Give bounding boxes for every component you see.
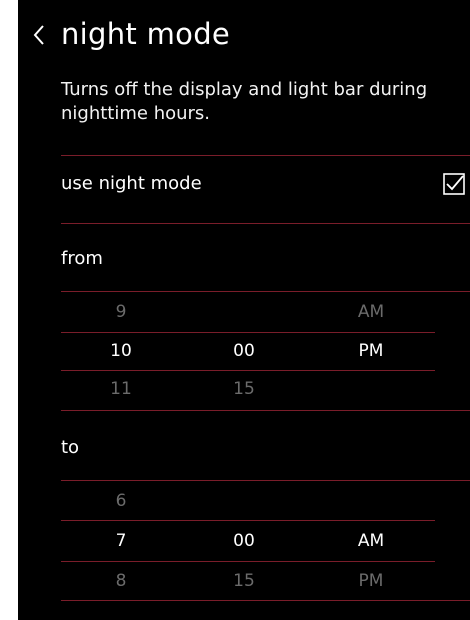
divider [61, 223, 470, 224]
minute-selected[interactable]: 00 [219, 523, 269, 560]
picker-row: 9 AM [61, 294, 435, 331]
picker-row: 11 15 [61, 371, 435, 408]
ampm-option[interactable]: PM [346, 563, 396, 600]
hour-selected[interactable]: 10 [101, 333, 141, 370]
minute-option[interactable] [219, 483, 269, 520]
checkbox-checked-icon [443, 173, 465, 195]
picker-row: 8 15 PM [61, 563, 435, 600]
back-button[interactable] [26, 16, 54, 54]
picker-row-selected: 7 00 AM [61, 523, 435, 560]
use-night-mode-label[interactable]: use night mode [61, 171, 202, 197]
hour-option[interactable]: 11 [101, 371, 141, 408]
ampm-selected[interactable]: AM [346, 523, 396, 560]
picker-line [61, 561, 435, 562]
to-label: to [61, 437, 80, 458]
picker-row: 6 [61, 483, 435, 520]
divider [61, 155, 470, 156]
minute-option[interactable]: 15 [219, 563, 269, 600]
chevron-left-icon [33, 25, 44, 45]
minute-option[interactable]: 15 [219, 371, 269, 408]
divider [61, 291, 470, 292]
hour-option[interactable]: 8 [101, 563, 141, 600]
use-night-mode-checkbox[interactable] [443, 173, 465, 195]
hour-option[interactable]: 6 [101, 483, 141, 520]
divider [61, 600, 470, 601]
header: night mode [18, 14, 470, 58]
ampm-selected[interactable]: PM [346, 333, 396, 370]
night-mode-screen: night mode Turns off the display and lig… [18, 0, 470, 620]
page-title: night mode [61, 17, 231, 51]
divider [61, 410, 470, 411]
from-time-picker[interactable]: 9 AM 10 00 PM 11 15 [61, 294, 435, 408]
picker-row-selected: 10 00 PM [61, 333, 435, 370]
divider [61, 480, 470, 481]
ampm-option[interactable] [346, 371, 396, 408]
from-label: from [61, 248, 103, 269]
hour-selected[interactable]: 7 [101, 523, 141, 560]
page-description: Turns off the display and light bar duri… [61, 79, 428, 124]
minute-selected[interactable]: 00 [219, 333, 269, 370]
ampm-option[interactable]: AM [346, 294, 396, 331]
picker-line [61, 520, 435, 521]
hour-option[interactable]: 9 [101, 294, 141, 331]
ampm-option[interactable] [346, 483, 396, 520]
to-time-picker[interactable]: 6 7 00 AM 8 15 PM [61, 483, 435, 601]
minute-option[interactable] [219, 294, 269, 331]
